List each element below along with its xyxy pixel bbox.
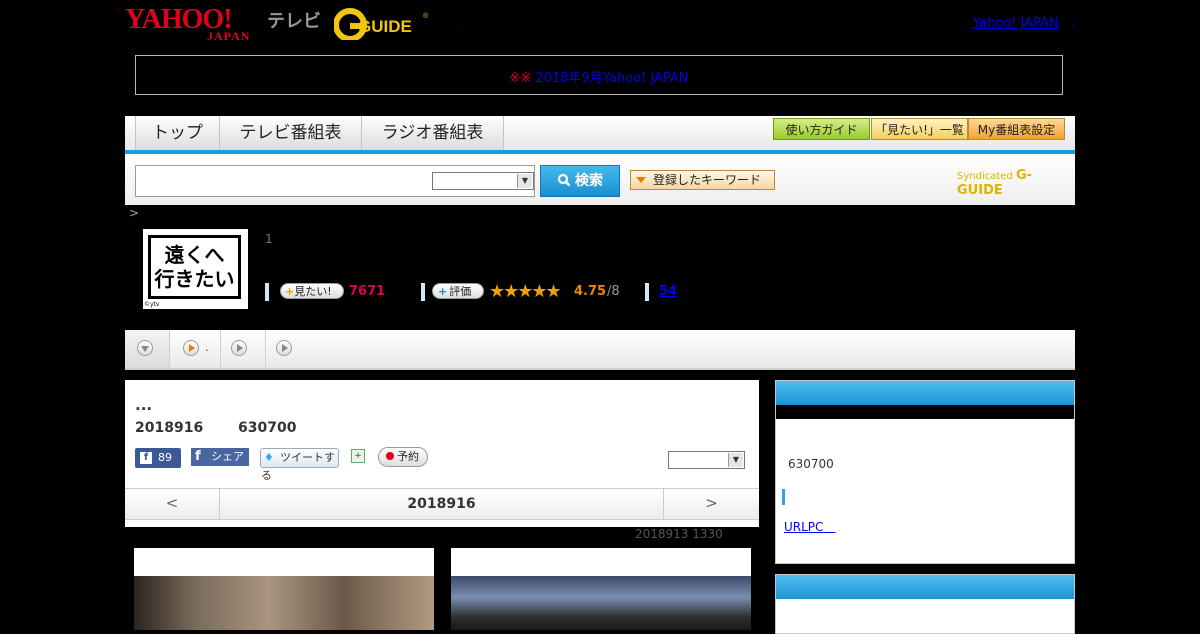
syndicated-gguide-logo: Syndicated G-GUIDE — [957, 168, 1075, 198]
registered-keywords-label: 登録したキーワード — [653, 173, 762, 187]
episode-title: ... — [135, 396, 153, 414]
sidebar-air-time: 630700 — [788, 457, 834, 471]
tab-radio-schedule[interactable]: ラジオ番組表 — [361, 116, 504, 150]
yahoo-japan-top-link[interactable]: Yahoo! JAPAN — [973, 16, 1059, 31]
next-day-button[interactable]: > — [663, 489, 759, 519]
header-top-dot: . — [1071, 16, 1076, 31]
mitai-button[interactable]: +見たい! — [280, 283, 344, 299]
plus-icon: + — [285, 285, 295, 298]
episode-select[interactable]: ▼ — [668, 451, 745, 469]
sidebar-box-1: 630700 URLPC — [775, 380, 1075, 564]
play-icon — [183, 340, 199, 356]
episode-photo-2-image — [451, 576, 751, 630]
plus-icon: + — [438, 285, 448, 298]
breadcrumb[interactable]: > — [129, 206, 139, 220]
reserve-button[interactable]: 予約 — [378, 447, 428, 467]
day-navigation: < 2018916 > — [125, 488, 759, 520]
navigation-panel: トップ テレビ番組表 ラジオ番組表 使い方ガイド 「見たい!」一覧 My番組表設… — [125, 116, 1075, 205]
facebook-like-count: 89 — [158, 451, 172, 464]
tab-tv-schedule[interactable]: テレビ番組表 — [219, 116, 362, 150]
air-time: 630700 — [238, 420, 297, 436]
mitai-count: 7671 — [349, 284, 386, 299]
episode-panel: ... 2018916 630700 f 89 f シェア ♦ ツイートする + 予約… — [125, 380, 759, 527]
caret-down-icon — [636, 177, 646, 183]
sidebar-box-2-header — [776, 575, 1074, 599]
episode-photo-2[interactable] — [451, 548, 751, 630]
search-button-label: 検索 — [575, 173, 603, 189]
sidebar-accent-bar — [782, 489, 785, 505]
gguide-logo[interactable]: GUIDE ® — [333, 8, 432, 42]
chevron-down-icon: ▼ — [728, 453, 743, 467]
playbar-item-3[interactable] — [265, 330, 310, 368]
tab-top[interactable]: トップ — [135, 116, 220, 150]
rating-label: 評価 — [449, 285, 472, 298]
divider-bar — [265, 283, 269, 301]
guide-button[interactable]: 使い方ガイド — [773, 118, 870, 140]
record-dot-icon — [386, 452, 394, 460]
facebook-share-button[interactable]: f シェア — [191, 448, 249, 466]
facebook-share-label: シェア — [211, 450, 244, 463]
header-dot-link[interactable]: . — [462, 20, 465, 31]
play-icon — [231, 340, 247, 356]
mitai-list-button[interactable]: 「見たい!」一覧 — [871, 118, 968, 140]
main-tabs: トップ テレビ番組表 ラジオ番組表 使い方ガイド 「見たい!」一覧 My番組表設… — [125, 116, 1075, 154]
program-image-credit: ©ytv — [144, 301, 160, 308]
rating-stars-icon: ★★★★★ — [489, 281, 562, 302]
twitter-bird-icon: ♦ — [264, 451, 274, 464]
facebook-like-button[interactable]: f 89 — [135, 448, 181, 468]
program-art-line1: 遠くへ — [164, 243, 225, 267]
yahoo-japan-logo[interactable]: YAHOO! JAPAN — [125, 6, 265, 44]
playbar-item-text: . — [205, 341, 209, 354]
updated-timestamp: 2018913 1330 — [635, 527, 723, 541]
play-bar: . — [125, 330, 1075, 370]
current-day-label: 2018916 — [407, 496, 476, 512]
sidebar-box-1-band — [776, 405, 1074, 419]
mitai-label: 見たい! — [294, 285, 332, 298]
previous-day-button[interactable]: < — [125, 489, 220, 519]
sidebar-box-2 — [775, 574, 1075, 634]
divider-bar — [421, 283, 425, 301]
logo-japan-text: JAPAN — [207, 29, 251, 43]
sidebar-url-link[interactable]: URLPC — [784, 518, 835, 535]
search-button[interactable]: 検索 — [540, 165, 620, 197]
playbar-toggle[interactable] — [125, 330, 170, 368]
rating-button[interactable]: + 評価 — [432, 283, 484, 299]
tweet-button[interactable]: ♦ ツイートする — [260, 448, 339, 482]
episode-photo-1-image — [134, 576, 434, 630]
air-date: 2018916 — [135, 420, 204, 436]
my-schedule-settings-button[interactable]: My番組表設定 — [968, 118, 1065, 140]
comment-count-link[interactable]: 54 — [659, 284, 677, 299]
program-title-art: 遠くへ 行きたい — [148, 235, 241, 299]
search-icon — [557, 173, 571, 187]
logo-tv-text: テレビ — [267, 11, 321, 32]
episode-number: 1 — [265, 232, 273, 246]
registered-keywords-button[interactable]: 登録したキーワード — [630, 170, 775, 190]
playbar-item-2[interactable] — [220, 330, 266, 368]
sidebar-box-1-header — [776, 381, 1074, 405]
playbar-item-1[interactable]: . — [169, 330, 221, 368]
chevron-down-icon: ▼ — [517, 174, 532, 188]
syndicated-text: Syndicated — [957, 171, 1013, 182]
play-icon — [276, 340, 292, 356]
notice-mark: ※※ — [509, 71, 532, 86]
divider-bar — [645, 283, 649, 301]
episode-photo-1[interactable] — [134, 548, 434, 630]
notice-link[interactable]: 2018年9月Yahoo! JAPAN — [535, 71, 766, 86]
rating-max: /8 — [607, 284, 620, 299]
calendar-add-icon[interactable]: + — [351, 449, 365, 463]
reserve-label: 予約 — [397, 450, 419, 463]
notice-banner: ※※ 2018年9月Yahoo! JAPAN — [135, 55, 1063, 95]
svg-text:®: ® — [423, 12, 429, 20]
search-category-select[interactable]: ▼ — [432, 172, 534, 190]
program-thumbnail[interactable]: 遠くへ 行きたい ©ytv — [143, 229, 248, 309]
facebook-icon: f — [140, 452, 152, 464]
chevron-down-icon — [137, 340, 153, 356]
rating-value: 4.75 — [574, 284, 607, 299]
program-art-line2: 行きたい — [154, 267, 235, 291]
svg-text:GUIDE: GUIDE — [358, 17, 412, 36]
search-row: ▼ 検索 登録したキーワード Syndicated G-GUIDE — [125, 156, 1075, 205]
facebook-icon: f — [195, 449, 201, 464]
